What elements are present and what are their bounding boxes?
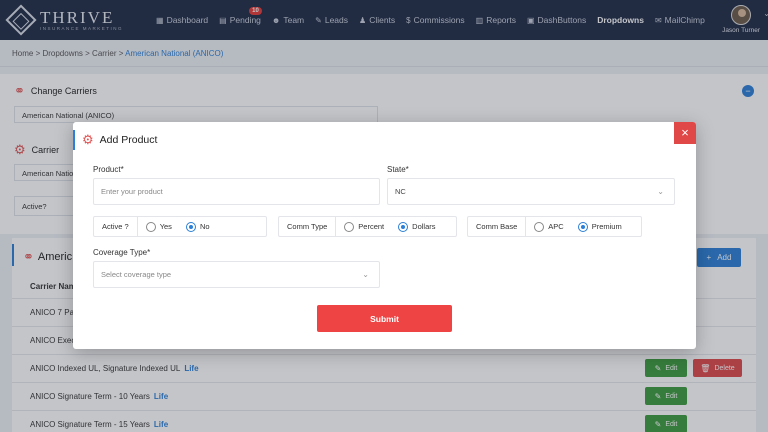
active-yes-option[interactable]: Yes (145, 221, 172, 232)
add-product-modal: ⚙ Add Product × Product* Enter your prod… (73, 122, 696, 349)
coverage-type-label: Coverage Type* (93, 248, 151, 257)
radio-premium[interactable] (577, 221, 588, 232)
radio-dollars[interactable] (398, 221, 409, 232)
chevron-down-icon: ⌄ (362, 270, 369, 279)
active-no-option[interactable]: No (185, 221, 210, 232)
submit-button[interactable]: Submit (317, 305, 452, 332)
state-label: State* (387, 165, 409, 174)
close-button[interactable]: × (674, 122, 696, 144)
comm-type-radio-group: Comm Type Percent Dollars (278, 216, 457, 237)
header-accent (73, 130, 75, 150)
modal-header: ⚙ Add Product (73, 130, 157, 150)
product-label: Product* (93, 165, 124, 174)
radio-apc[interactable] (534, 221, 545, 232)
radio-no[interactable] (185, 221, 196, 232)
comm-base-label: Comm Base (468, 217, 527, 236)
active-radio-group: Active ? Yes No (93, 216, 267, 237)
coverage-type-select[interactable]: Select coverage type ⌄ (93, 261, 380, 288)
comm-base-radio-group: Comm Base APC Premium (467, 216, 642, 237)
modal-title: Add Product (99, 134, 158, 146)
comm-type-percent-option[interactable]: Percent (344, 221, 384, 232)
active-label: Active ? (94, 217, 138, 236)
state-select[interactable]: NC ⌄ (387, 178, 675, 205)
radio-yes[interactable] (145, 221, 156, 232)
chevron-down-icon: ⌄ (657, 187, 664, 196)
comm-type-dollars-option[interactable]: Dollars (398, 221, 436, 232)
comm-type-label: Comm Type (279, 217, 337, 236)
radio-percent[interactable] (344, 221, 355, 232)
product-icon: ⚙ (82, 132, 94, 147)
comm-base-apc-option[interactable]: APC (534, 221, 564, 232)
comm-base-premium-option[interactable]: Premium (577, 221, 622, 232)
product-input[interactable]: Enter your product (93, 178, 380, 205)
